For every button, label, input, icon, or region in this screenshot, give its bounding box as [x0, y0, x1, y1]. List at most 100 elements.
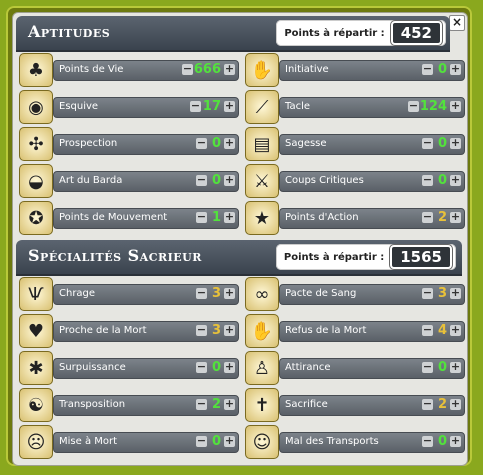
increase-button[interactable]: + [450, 324, 461, 336]
increase-button[interactable]: + [224, 137, 235, 149]
decrease-button[interactable]: − [196, 435, 207, 447]
transposition-icon: ☯ [19, 388, 53, 422]
stat-bar: Prospection −0 + [53, 134, 239, 155]
stat-row: ☺ Mal des Transports −0 + [245, 425, 465, 459]
stat-value: 4 [437, 323, 447, 338]
stat-value: 3 [211, 323, 221, 338]
increase-button[interactable]: + [450, 211, 461, 223]
stat-row: ☹ Mise à Mort −0 + [19, 425, 239, 459]
stat-label: Transposition [59, 399, 126, 410]
decrease-button[interactable]: − [190, 100, 201, 112]
stat-row: ◒ Art du Barda −0 + [19, 164, 239, 198]
aptitudes-points-box: Points à répartir : 452 [276, 20, 446, 46]
specialites-header: Spécialités Sacrieur Points à répartir :… [16, 240, 462, 276]
increase-button[interactable]: + [224, 174, 235, 186]
decrease-button[interactable]: − [196, 287, 207, 299]
stat-row: ♥ Proche de la Mort −3 + [19, 314, 239, 348]
overpower-icon: ✱ [19, 351, 53, 385]
stat-label: Mise à Mort [59, 436, 118, 447]
stat-row: ∞ Pacte de Sang −3 + [245, 277, 465, 311]
stat-bar: Points d'Action −2 + [279, 208, 465, 229]
stat-label: Refus de la Mort [285, 325, 367, 336]
decrease-button[interactable]: − [196, 398, 207, 410]
stat-label: Chrage [59, 288, 96, 299]
stat-bar: Sacrifice −2 + [279, 395, 465, 416]
decrease-button[interactable]: − [422, 137, 433, 149]
increase-button[interactable]: + [450, 174, 461, 186]
increase-button[interactable]: + [224, 100, 235, 112]
stat-bar: Mal des Transports −0 + [279, 432, 465, 453]
stat-bar: Coups Critiques −0 + [279, 171, 465, 192]
increase-button[interactable]: + [450, 287, 461, 299]
decrease-button[interactable]: − [196, 361, 207, 373]
increase-button[interactable]: + [224, 63, 235, 75]
stat-bar: Initiative −0 + [279, 60, 465, 81]
stat-bar: Sagesse −0 + [279, 134, 465, 155]
close-button[interactable]: × [449, 15, 465, 31]
stat-row: ✣ Prospection −0 + [19, 127, 239, 161]
decrease-button[interactable]: − [196, 174, 207, 186]
decrease-button[interactable]: − [408, 100, 419, 112]
stat-value: 0 [437, 62, 447, 77]
decrease-button[interactable]: − [196, 211, 207, 223]
pack-icon: ◒ [19, 164, 53, 198]
decrease-button[interactable]: − [196, 137, 207, 149]
stat-bar: Art du Barda −0 + [53, 171, 239, 192]
increase-button[interactable]: + [450, 137, 461, 149]
decrease-button[interactable]: − [422, 435, 433, 447]
stat-label: Coups Critiques [285, 175, 364, 186]
stat-bar: Points de Vie −666 + [53, 60, 239, 81]
increase-button[interactable]: + [224, 435, 235, 447]
stat-label: Esquive [59, 101, 99, 112]
stat-row: ✋ Refus de la Mort −4 + [245, 314, 465, 348]
decrease-button[interactable]: − [422, 361, 433, 373]
increase-button[interactable]: + [224, 211, 235, 223]
stat-value: 0 [437, 434, 447, 449]
movement-icon: ✪ [19, 201, 53, 235]
stat-label: Initiative [285, 64, 329, 75]
stat-value: 0 [211, 434, 221, 449]
attraction-icon: ♙ [245, 351, 279, 385]
stat-value: 2 [211, 397, 221, 412]
blood-pact-icon: ∞ [245, 277, 279, 311]
stat-value: 1 [211, 210, 221, 225]
stat-bar: Transposition −2 + [53, 395, 239, 416]
increase-button[interactable]: + [450, 63, 461, 75]
increase-button[interactable]: + [450, 435, 461, 447]
stat-label: Pacte de Sang [285, 288, 357, 299]
stat-value: 0 [437, 173, 447, 188]
increase-button[interactable]: + [450, 361, 461, 373]
decrease-button[interactable]: − [196, 324, 207, 336]
increase-button[interactable]: + [450, 100, 461, 112]
stat-row: ✪ Points de Mouvement −1 + [19, 201, 239, 235]
initiative-icon: ✋ [245, 53, 279, 87]
stat-value: 2 [437, 397, 447, 412]
decrease-button[interactable]: − [422, 324, 433, 336]
increase-button[interactable]: + [224, 287, 235, 299]
increase-button[interactable]: + [450, 398, 461, 410]
stat-label: Prospection [59, 138, 118, 149]
increase-button[interactable]: + [224, 324, 235, 336]
stat-value: 17 [202, 99, 221, 114]
stat-label: Art du Barda [59, 175, 123, 186]
decrease-button[interactable]: − [422, 63, 433, 75]
life-icon: ♣ [19, 53, 53, 87]
decrease-button[interactable]: − [422, 174, 433, 186]
stat-label: Attirance [285, 362, 331, 373]
stat-value: 2 [437, 210, 447, 225]
stat-row: ☯ Transposition −2 + [19, 388, 239, 422]
stat-value: 0 [437, 360, 447, 375]
stat-row: Ѱ Chrage −3 + [19, 277, 239, 311]
decrease-button[interactable]: − [422, 211, 433, 223]
increase-button[interactable]: + [224, 398, 235, 410]
decrease-button[interactable]: − [422, 287, 433, 299]
stat-row: ✝ Sacrifice −2 + [245, 388, 465, 422]
near-death-icon: ♥ [19, 314, 53, 348]
increase-button[interactable]: + [224, 361, 235, 373]
wisdom-icon: ▤ [245, 127, 279, 161]
sacrifice-icon: ✝ [245, 388, 279, 422]
decrease-button[interactable]: − [182, 63, 193, 75]
decrease-button[interactable]: − [422, 398, 433, 410]
stat-row: ✱ Surpuissance −0 + [19, 351, 239, 385]
aptitudes-points-label: Points à répartir : [284, 27, 385, 39]
